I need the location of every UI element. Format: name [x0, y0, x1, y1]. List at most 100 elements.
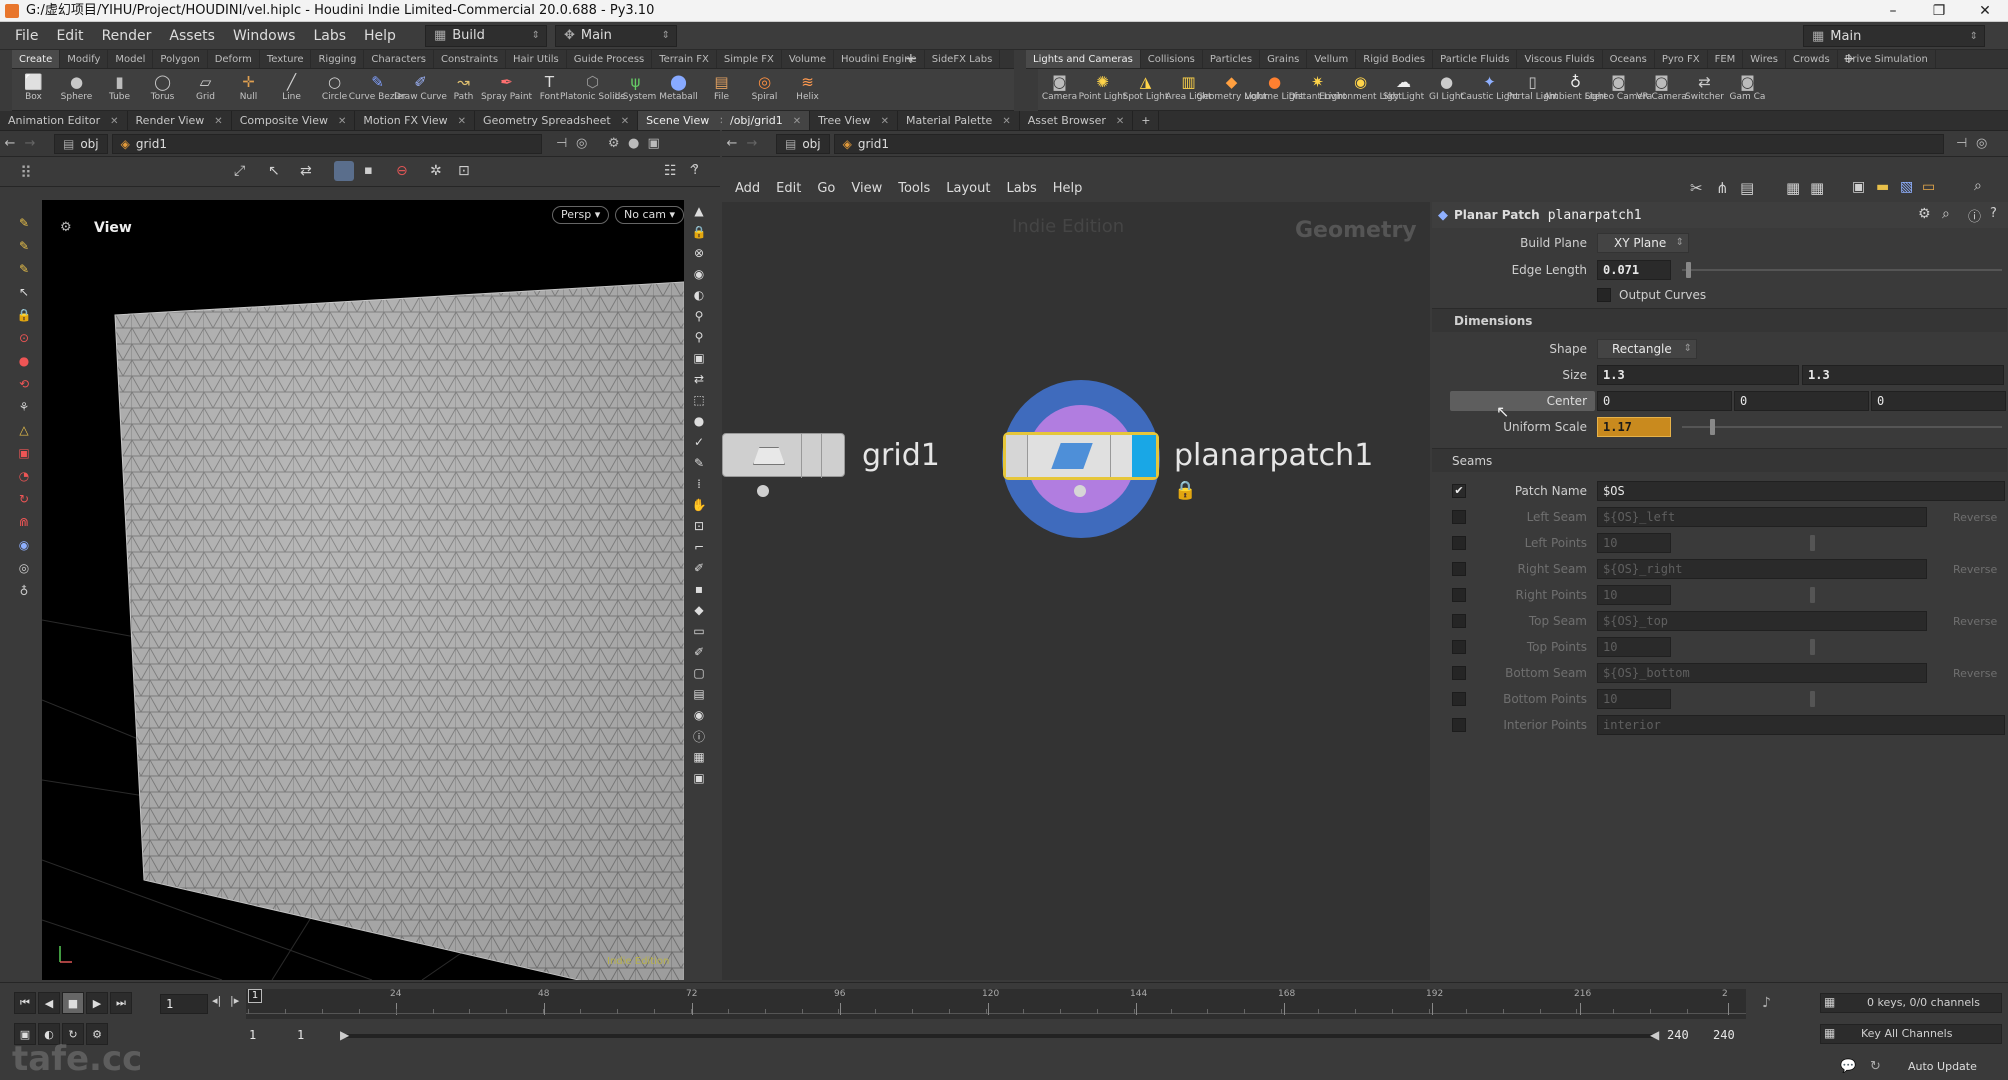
- shelf-tab-terrain-fx[interactable]: Terrain FX: [652, 50, 717, 68]
- lock-icon[interactable]: 🔒: [14, 305, 34, 325]
- display-option-icon[interactable]: ⚲: [689, 327, 709, 347]
- close-tab-icon[interactable]: ✕: [881, 116, 889, 127]
- network-canvas[interactable]: Indie Edition Geometry grid1 planarpatch…: [722, 202, 1430, 980]
- play-icon[interactable]: ▶: [86, 992, 108, 1014]
- audio-icon[interactable]: ♪: [1762, 995, 1771, 1011]
- range-end-handle[interactable]: ◀: [1650, 1028, 1659, 1042]
- close-tab-icon[interactable]: ✕: [621, 116, 629, 127]
- tool-curve-bezier[interactable]: ✎ Curve Bezier: [349, 69, 407, 110]
- add-tab-icon[interactable]: +: [1133, 111, 1160, 130]
- tool-helix[interactable]: ≋ Helix: [786, 69, 829, 110]
- shelf-tab-polygon[interactable]: Polygon: [153, 50, 208, 68]
- planarpatch1-output-connector[interactable]: [1074, 485, 1086, 497]
- seam-checkbox[interactable]: [1452, 718, 1466, 732]
- key-all-channels-dropdown[interactable]: Key All Channels: [1820, 1024, 2002, 1044]
- shelf-tab-pyro-fx[interactable]: Pyro FX: [1655, 50, 1708, 68]
- forward-arrow-icon[interactable]: →: [20, 136, 40, 151]
- tool-point-light[interactable]: ✺ Point Light: [1079, 69, 1127, 110]
- tool-ambient-light[interactable]: ♁ Ambient Light: [1544, 69, 1607, 110]
- tool-l-system[interactable]: ψ L-System: [614, 69, 657, 110]
- panel-icon[interactable]: ▣: [644, 136, 664, 151]
- grid1-node[interactable]: [722, 433, 845, 478]
- brush-icon[interactable]: ✎: [14, 213, 34, 233]
- options-list-icon[interactable]: ☷: [664, 163, 677, 179]
- shelf-tab-guide-process[interactable]: Guide Process: [567, 50, 653, 68]
- seam-field[interactable]: 10: [1597, 689, 1671, 709]
- camera-icon[interactable]: ◎: [14, 558, 34, 578]
- display-option-icon[interactable]: ⌐: [689, 537, 709, 557]
- seam-checkbox[interactable]: [1452, 510, 1466, 524]
- pane-tab-asset-browser[interactable]: Asset Browser ✕: [1020, 111, 1134, 130]
- transform-icon[interactable]: ⇄: [300, 163, 312, 179]
- seam-field[interactable]: 10: [1597, 533, 1671, 553]
- tool-caustic-light[interactable]: ✦ Caustic Light: [1460, 69, 1519, 110]
- tools-icon[interactable]: ✂: [1690, 179, 1703, 197]
- list-icon[interactable]: ▤: [1740, 179, 1754, 197]
- build-plane-dropdown[interactable]: XY Plane ⇕: [1597, 233, 1689, 253]
- timeline-track[interactable]: 24 48 72 96 120 144 168 192 216 2 1: [246, 989, 1746, 1019]
- uniform-scale-knob[interactable]: [1710, 419, 1715, 435]
- pin-icon[interactable]: ⊣: [1952, 136, 1972, 151]
- paint-icon[interactable]: ✎: [14, 236, 34, 256]
- display-option-icon[interactable]: ✓: [689, 432, 709, 452]
- forward-arrow-icon[interactable]: →: [742, 136, 762, 151]
- folder-icon[interactable]: ▭: [1922, 179, 1935, 195]
- select-icon[interactable]: ↖: [268, 163, 280, 179]
- reverse-toggle[interactable]: Reverse: [1953, 511, 1997, 524]
- tool-spiral[interactable]: ◎ Spiral: [743, 69, 786, 110]
- seam-points-knob[interactable]: [1810, 691, 1815, 707]
- menu-assets[interactable]: Assets: [160, 28, 224, 44]
- display-option-icon[interactable]: ◆: [689, 600, 709, 620]
- pane-tab-render-view[interactable]: Render View ✕: [128, 111, 232, 130]
- display-option-icon[interactable]: 🔒: [689, 222, 709, 242]
- tool-torus[interactable]: ◯ Torus: [141, 69, 184, 110]
- net-path-root[interactable]: ▤ obj: [776, 133, 830, 154]
- desktop-right-dropdown[interactable]: ▦ Main ⇕: [1803, 25, 1985, 47]
- desktop-main-dropdown[interactable]: ✥ Main ⇕: [554, 24, 677, 47]
- display-option-icon[interactable]: ●: [689, 411, 709, 431]
- shelf-tab-volume[interactable]: Volume: [782, 50, 835, 68]
- link-icon[interactable]: ◎: [1972, 136, 1992, 151]
- tool-draw-curve[interactable]: ✐ Draw Curve: [394, 69, 447, 110]
- grid-dots-icon[interactable]: ⠿: [20, 163, 32, 182]
- dot-icon[interactable]: ●: [624, 136, 644, 151]
- tool-environment-light[interactable]: ◉ Environment Light: [1319, 69, 1402, 110]
- shelf-tab-lights-and-cameras[interactable]: Lights and Cameras: [1026, 50, 1141, 68]
- dimensions-section[interactable]: Dimensions: [1432, 308, 2007, 332]
- tool-gi-light[interactable]: ● GI Light: [1425, 69, 1468, 110]
- display-option-icon[interactable]: ◉: [689, 264, 709, 284]
- display-option-icon[interactable]: ✐: [689, 558, 709, 578]
- display-flag[interactable]: [1132, 435, 1156, 477]
- tool-geometry-light[interactable]: ◆ Geometry Light: [1196, 69, 1266, 110]
- planarpatch1-node[interactable]: [1003, 432, 1159, 480]
- search-icon[interactable]: ⌕: [1942, 206, 1950, 222]
- seam-points-knob[interactable]: [1810, 535, 1815, 551]
- tool-null[interactable]: ✛ Null: [227, 69, 270, 110]
- display-option-icon[interactable]: ▦: [689, 747, 709, 767]
- stop-icon[interactable]: ■: [62, 992, 84, 1014]
- net-menu-labs[interactable]: Labs: [998, 181, 1044, 196]
- shelf-tab-modify[interactable]: Modify: [60, 50, 109, 68]
- edge-length-slider[interactable]: [1682, 269, 2002, 271]
- help-icon[interactable]: ?: [692, 163, 699, 178]
- pane-tab-animation-editor[interactable]: Animation Editor ✕: [0, 111, 128, 130]
- layout-icon[interactable]: ▣: [1852, 179, 1865, 195]
- image-icon[interactable]: ▧: [1900, 179, 1913, 195]
- tool-font[interactable]: T Font: [528, 69, 571, 110]
- tool-camera[interactable]: ◙ Camera: [1038, 69, 1081, 110]
- shelf-tab-grains[interactable]: Grains: [1260, 50, 1308, 68]
- node-name-field[interactable]: planarpatch1: [1548, 208, 1642, 223]
- range-start-handle[interactable]: ▶: [340, 1028, 349, 1042]
- menu-edit[interactable]: Edit: [47, 28, 92, 44]
- tool-tube[interactable]: ▮ Tube: [98, 69, 141, 110]
- close-tab-icon[interactable]: ✕: [338, 116, 346, 127]
- seam-field[interactable]: interior: [1597, 715, 2005, 735]
- display-option-icon[interactable]: ▤: [689, 684, 709, 704]
- shelf-tab-vellum[interactable]: Vellum: [1307, 50, 1357, 68]
- shelf-tab-characters[interactable]: Characters: [364, 50, 434, 68]
- tool-switcher[interactable]: ⇄ Switcher: [1683, 69, 1726, 110]
- range-start-field[interactable]: 1: [244, 1026, 288, 1046]
- shelf-tab-rigid-bodies[interactable]: Rigid Bodies: [1356, 50, 1434, 68]
- shelf-tab-simple-fx[interactable]: Simple FX: [717, 50, 782, 68]
- net-menu-view[interactable]: View: [843, 181, 890, 196]
